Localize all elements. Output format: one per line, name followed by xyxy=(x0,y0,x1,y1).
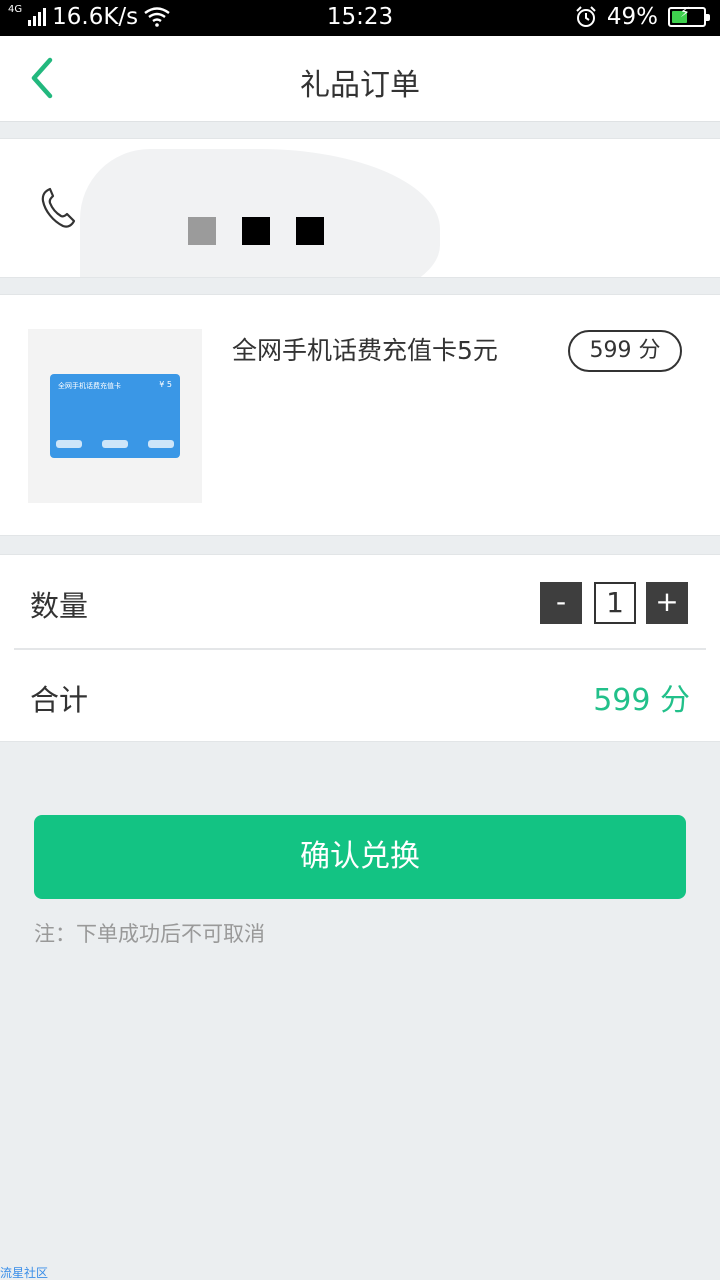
product-name: 全网手机话费充值卡5元 xyxy=(232,336,498,365)
alarm-icon xyxy=(576,6,596,27)
quantity-decrease-button[interactable]: - xyxy=(540,582,582,624)
battery-percent: 49% xyxy=(606,4,658,30)
redaction-block xyxy=(296,217,324,245)
status-right: 49% ⚡ xyxy=(575,4,710,30)
redacted-area xyxy=(80,149,440,277)
contact-card[interactable] xyxy=(0,138,720,278)
watermark: 流星社区 xyxy=(0,1266,49,1280)
product-price-badge: 599 分 xyxy=(568,330,682,372)
total-label: 合计 xyxy=(30,683,89,717)
product-thumbnail: 全网手机话费充值卡 ¥ 5 xyxy=(28,329,202,503)
nav-bar: 礼品订单 xyxy=(0,36,720,122)
charging-bolt-icon: ⚡ xyxy=(680,5,690,21)
battery-icon: ⚡ xyxy=(668,5,710,27)
carrier-logos xyxy=(56,440,174,452)
divider xyxy=(14,648,706,650)
redaction-block xyxy=(242,217,270,245)
cancel-note: 注：下单成功后不可取消 xyxy=(34,922,265,946)
quantity-increase-button[interactable]: + xyxy=(646,582,688,624)
quantity-input[interactable]: 1 xyxy=(594,582,636,624)
order-summary: 数量 - 1 + 合计 599 分 xyxy=(0,554,720,742)
product-card: 全网手机话费充值卡 ¥ 5 全网手机话费充值卡5元 599 分 xyxy=(0,294,720,536)
gift-card-image: 全网手机话费充值卡 ¥ 5 xyxy=(50,374,180,458)
confirm-redeem-button[interactable]: 确认兑换 xyxy=(34,815,686,899)
quantity-label: 数量 xyxy=(30,589,89,623)
status-bar: 4G 16.6K/s 15:23 49% ⚡ xyxy=(0,0,720,36)
phone-icon xyxy=(41,187,76,228)
page-title: 礼品订单 xyxy=(300,68,420,103)
total-value: 599 分 xyxy=(593,683,690,718)
gift-card-title: 全网手机话费充值卡 xyxy=(58,382,121,390)
redaction-block xyxy=(188,217,216,245)
gift-card-price: ¥ 5 xyxy=(159,380,172,389)
